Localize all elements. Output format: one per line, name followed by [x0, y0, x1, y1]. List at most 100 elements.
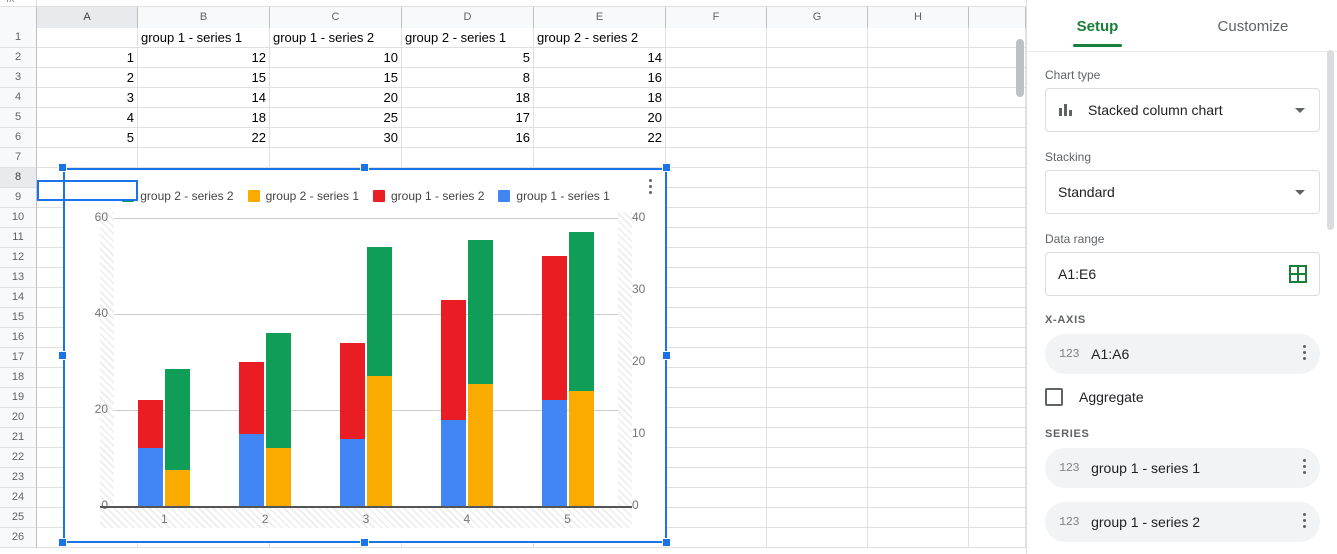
row-header-25[interactable]: 25 — [0, 508, 36, 528]
row-header-10[interactable]: 10 — [0, 208, 36, 228]
cell-blank[interactable] — [868, 308, 969, 328]
row-header-22[interactable]: 22 — [0, 448, 36, 468]
bar-group1-group-1-series-2-cat-5[interactable] — [541, 256, 567, 401]
chart-resize-handle-top-left[interactable] — [58, 163, 67, 172]
chart-editor-sidebar[interactable]: Setup Customize Chart type Stacked colum… — [1026, 0, 1337, 554]
cell-E6[interactable]: 22 — [534, 128, 666, 148]
cell-blank[interactable] — [666, 28, 767, 48]
chart-overflow-menu-icon[interactable] — [642, 179, 658, 201]
cell-blank[interactable] — [767, 348, 868, 368]
cell-blank[interactable] — [767, 528, 868, 548]
series-1-options-icon[interactable] — [1303, 459, 1306, 477]
cell-blank[interactable] — [666, 328, 767, 348]
cell-E7[interactable] — [534, 148, 666, 168]
column-header-e[interactable]: E — [534, 7, 666, 28]
cell-blank[interactable] — [666, 408, 767, 428]
cell-blank[interactable] — [666, 88, 767, 108]
cell-blank[interactable] — [666, 368, 767, 388]
x-axis-options-icon[interactable] — [1303, 345, 1306, 363]
cell-blank[interactable] — [767, 468, 868, 488]
cell-blank[interactable] — [666, 388, 767, 408]
bar-group1-group-1-series-1-cat-3[interactable] — [340, 438, 365, 506]
row-header-3[interactable]: 3 — [0, 68, 36, 88]
cell-B1[interactable]: group 1 - series 1 — [138, 28, 270, 48]
cell-C5[interactable]: 25 — [270, 108, 402, 128]
bar-group2-group-2-series-1-cat-4[interactable] — [467, 383, 493, 506]
tab-customize[interactable]: Customize — [1212, 4, 1295, 47]
chart-resize-handle-top-center[interactable] — [360, 163, 369, 172]
cell-blank[interactable] — [666, 188, 767, 208]
table-row[interactable]: group 1 - series 1 group 1 - series 2 grou… — [37, 28, 1026, 48]
table-row[interactable]: 4 18 25 17 20 — [37, 108, 1026, 128]
cell-blank[interactable] — [868, 128, 969, 148]
cell-blank[interactable] — [666, 428, 767, 448]
row-header-9[interactable]: 9 — [0, 188, 36, 208]
row-header-17[interactable]: 17 — [0, 348, 36, 368]
cell-blank[interactable] — [868, 48, 969, 68]
row-header-15[interactable]: 15 — [0, 308, 36, 328]
cell-E5[interactable]: 20 — [534, 108, 666, 128]
cell-blank[interactable] — [767, 408, 868, 428]
x-axis-range-chip[interactable]: 123 A1:A6 — [1045, 334, 1320, 374]
cell-blank[interactable] — [666, 148, 767, 168]
bar-group2-group-2-series-2-cat-2[interactable] — [266, 333, 292, 449]
cell-blank[interactable] — [767, 248, 868, 268]
cell-A2[interactable]: 1 — [37, 48, 138, 68]
cell-blank[interactable] — [767, 208, 868, 228]
cell-E2[interactable]: 14 — [534, 48, 666, 68]
cell-blank[interactable] — [767, 448, 868, 468]
cell-B2[interactable]: 12 — [138, 48, 270, 68]
cell-blank[interactable] — [666, 528, 767, 548]
cell-blank[interactable] — [868, 208, 969, 228]
cell-blank[interactable] — [767, 328, 868, 348]
cell-E3[interactable]: 16 — [534, 68, 666, 88]
vertical-scrollbar-thumb[interactable] — [1016, 39, 1024, 97]
cell-blank[interactable] — [767, 128, 868, 148]
cell-C4[interactable]: 20 — [270, 88, 402, 108]
cell-blank[interactable] — [666, 508, 767, 528]
table-row[interactable]: 3 14 20 18 18 — [37, 88, 1026, 108]
bar-group1-group-1-series-1-cat-4[interactable] — [440, 419, 466, 506]
cell-blank[interactable] — [868, 328, 969, 348]
cell-blank[interactable] — [868, 488, 969, 508]
active-cell-a8[interactable] — [37, 180, 138, 201]
row-header-18[interactable]: 18 — [0, 368, 36, 388]
cell-D6[interactable]: 16 — [402, 128, 534, 148]
row-header-1[interactable]: 1 — [0, 28, 36, 48]
row-header-5[interactable]: 5 — [0, 108, 36, 128]
column-header-g[interactable]: G — [767, 7, 868, 28]
cell-blank[interactable] — [666, 448, 767, 468]
cell-C7[interactable] — [270, 148, 402, 168]
table-row[interactable]: 5 22 30 16 22 — [37, 128, 1026, 148]
cell-blank[interactable] — [767, 268, 868, 288]
bar-group2-group-2-series-2-cat-5[interactable] — [568, 232, 594, 391]
cell-blank[interactable] — [666, 108, 767, 128]
embedded-chart[interactable]: group 2 - series 2 group 2 - series 1 grou… — [63, 168, 667, 543]
cell-blank[interactable] — [666, 168, 767, 188]
cell-D1[interactable]: group 2 - series 1 — [402, 28, 534, 48]
select-all-corner[interactable] — [0, 7, 37, 28]
cell-blank[interactable] — [767, 68, 868, 88]
row-header-13[interactable]: 13 — [0, 268, 36, 288]
cell-E4[interactable]: 18 — [534, 88, 666, 108]
bar-group2-group-2-series-1-cat-1[interactable] — [165, 470, 191, 506]
series-2-options-icon[interactable] — [1303, 513, 1306, 531]
cell-E1[interactable]: group 2 - series 2 — [534, 28, 666, 48]
bar-group2-group-2-series-2-cat-1[interactable] — [165, 369, 191, 470]
row-header-26[interactable]: 26 — [0, 528, 36, 548]
chart-type-select[interactable]: Stacked column chart — [1045, 88, 1320, 132]
row-header-21[interactable]: 21 — [0, 428, 36, 448]
cell-blank[interactable] — [767, 508, 868, 528]
cell-blank[interactable] — [767, 88, 868, 108]
cell-blank[interactable] — [666, 488, 767, 508]
column-header-h[interactable]: H — [868, 7, 969, 28]
column-header-d[interactable]: D — [402, 7, 534, 28]
cell-A3[interactable]: 2 — [37, 68, 138, 88]
cell-blank[interactable] — [868, 268, 969, 288]
row-header-20[interactable]: 20 — [0, 408, 36, 428]
cell-A6[interactable]: 5 — [37, 128, 138, 148]
cell-blank[interactable] — [666, 248, 767, 268]
cell-blank[interactable] — [767, 288, 868, 308]
cell-blank[interactable] — [868, 88, 969, 108]
cell-blank[interactable] — [868, 528, 969, 548]
